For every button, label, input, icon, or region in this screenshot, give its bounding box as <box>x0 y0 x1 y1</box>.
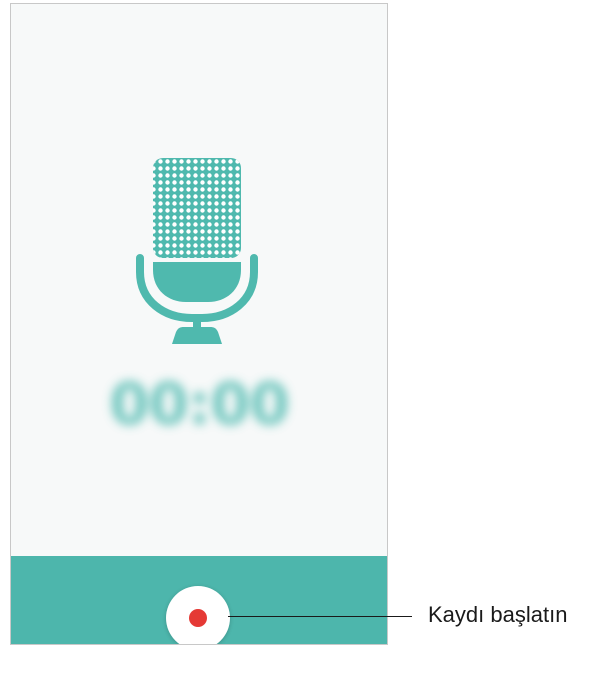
callout-label: Kaydı başlatın <box>428 602 568 627</box>
voice-recorder-screen: 00:00 <box>10 3 388 645</box>
microphone-icon <box>136 158 258 344</box>
screen: 00:00 Kaydı başlatın <box>0 0 591 675</box>
callout-line <box>228 616 412 617</box>
recording-timer: 00:00 <box>109 370 290 438</box>
record-button[interactable] <box>166 586 230 644</box>
bottom-control-bar <box>11 556 387 644</box>
record-dot-icon <box>189 609 207 627</box>
